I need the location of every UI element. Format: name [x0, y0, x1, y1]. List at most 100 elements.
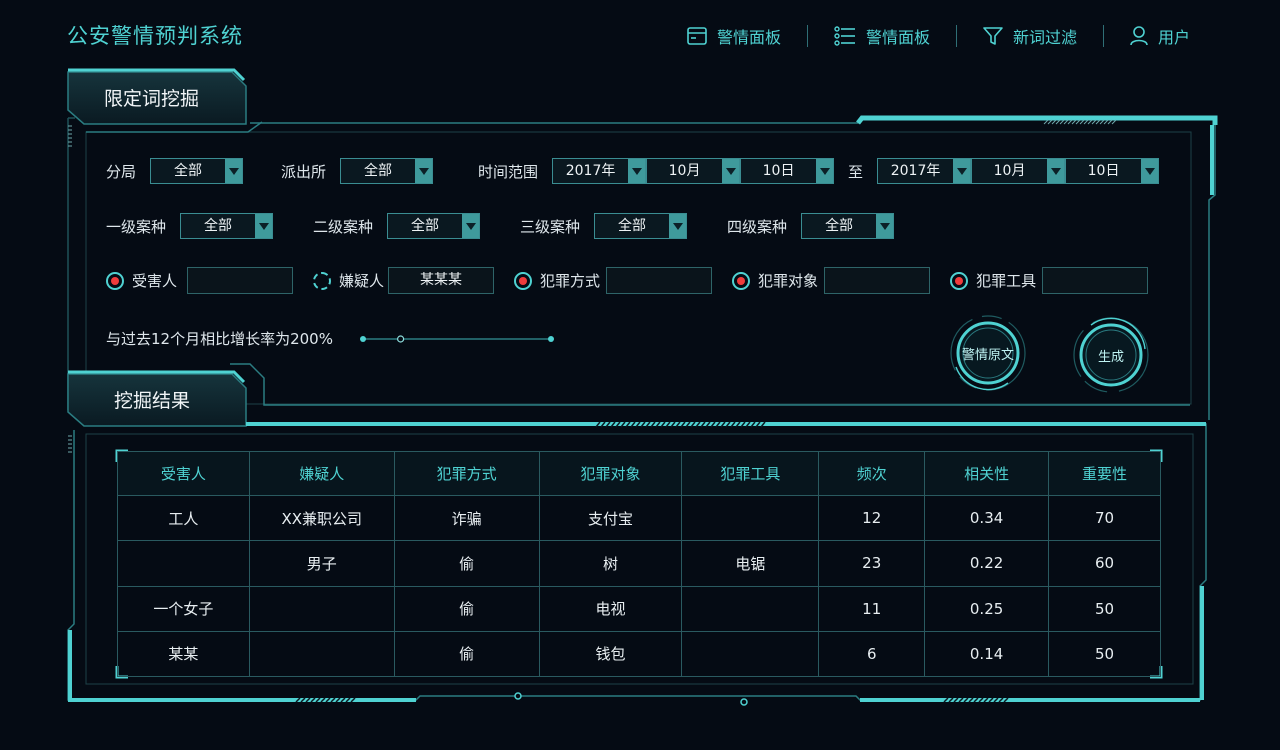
table-cell: 70: [1048, 494, 1161, 542]
end-month-select[interactable]: 10月: [971, 158, 1066, 184]
window-icon: [687, 27, 707, 45]
nav-item-label: 警情面板: [716, 28, 781, 47]
case-type-1-select[interactable]: 全部: [180, 213, 274, 239]
table-cell: [248, 630, 395, 678]
nav-divider: [1102, 25, 1104, 47]
chevron-down-icon: [415, 159, 433, 183]
end-date-group: 2017年 10月 10日: [877, 158, 1160, 184]
slider-thumb[interactable]: [396, 334, 405, 343]
crime-target-label: 犯罪对象: [758, 272, 819, 290]
crime-tool-radio[interactable]: [950, 271, 969, 290]
crime-target-input[interactable]: [824, 267, 931, 294]
column-header[interactable]: 嫌疑人: [248, 451, 395, 496]
chevron-down-icon: [876, 214, 894, 238]
branch-select[interactable]: 全部: [150, 158, 244, 184]
table-cell: 11: [818, 585, 926, 632]
generate-button[interactable]: 生成: [1071, 315, 1151, 395]
filter-row-case-types: 一级案种 全部 二级案种 全部 三级案种 全部 四级案种 全部: [106, 213, 934, 239]
nav-divider: [806, 25, 808, 47]
case-type-4-select[interactable]: 全部: [801, 213, 895, 239]
case-type-3-value: 全部: [618, 218, 647, 234]
chevron-down-icon: [225, 159, 243, 183]
victim-radio[interactable]: [106, 271, 124, 290]
branch-select-value: 全部: [174, 163, 203, 179]
end-year-select[interactable]: 2017年: [877, 158, 972, 184]
case-type-3-select[interactable]: 全部: [594, 213, 688, 239]
table-cell: 50: [1048, 585, 1161, 632]
table-cell: 23: [818, 540, 926, 587]
app-title: 公安警情预判系统: [67, 24, 243, 48]
victim-input[interactable]: [187, 267, 294, 294]
nav-item-alert-panel-2[interactable]: 警情面板: [834, 24, 930, 48]
end-day-value: 10日: [1087, 163, 1120, 179]
start-month-value: 10月: [668, 163, 701, 179]
table-cell: XX兼职公司: [248, 494, 395, 542]
generate-button-label: 生成: [1097, 349, 1124, 365]
station-select-value: 全部: [364, 163, 393, 179]
crime-target-radio[interactable]: [732, 271, 751, 290]
crime-method-radio[interactable]: [514, 271, 533, 290]
suspect-label: 嫌疑人: [339, 272, 385, 290]
growth-rate-text: 与过去12个月相比增长率为200%: [106, 330, 333, 348]
case-type-1-label: 一级案种: [106, 217, 167, 236]
table-row[interactable]: 工人 XX兼职公司 诈骗 支付宝 12 0.34 70: [117, 494, 1161, 542]
table-cell: 一个女子: [117, 585, 250, 632]
table-cell: 6: [818, 630, 926, 678]
time-range-to-label: 至: [848, 162, 864, 181]
start-month-select[interactable]: 10月: [646, 158, 741, 184]
case-type-2-value: 全部: [411, 218, 440, 234]
crime-method-input[interactable]: [606, 267, 713, 294]
start-year-select[interactable]: 2017年: [552, 158, 647, 184]
table-cell: 60: [1048, 540, 1161, 587]
chevron-down-icon: [816, 159, 834, 183]
table-cell: 电视: [538, 585, 683, 632]
column-header[interactable]: 频次: [818, 451, 926, 496]
station-label: 派出所: [281, 162, 327, 181]
crime-method-label: 犯罪方式: [540, 272, 601, 290]
start-day-select[interactable]: 10日: [740, 158, 835, 184]
nav-item-alert-panel[interactable]: 警情面板: [687, 24, 781, 48]
end-day-select[interactable]: 10日: [1065, 158, 1160, 184]
table-cell: 诈骗: [393, 494, 540, 542]
column-header[interactable]: 犯罪方式: [393, 451, 540, 496]
column-header[interactable]: 重要性: [1048, 451, 1161, 496]
table-cell: 电锯: [681, 540, 820, 587]
table-cell: 0.14: [924, 630, 1050, 678]
column-header[interactable]: 受害人: [117, 451, 250, 496]
original-text-button[interactable]: 警情原文: [948, 313, 1028, 393]
table-cell: 50: [1048, 630, 1161, 678]
chevron-down-icon: [1141, 159, 1159, 183]
chevron-down-icon: [722, 159, 740, 183]
crime-tool-input[interactable]: [1042, 267, 1149, 294]
nav-item-label: 新词过滤: [1012, 28, 1077, 47]
start-year-value: 2017年: [565, 163, 616, 179]
user-icon: [1130, 26, 1148, 46]
column-header[interactable]: 犯罪工具: [681, 451, 820, 496]
top-nav: 警情面板 警情面板 新词过滤 用户: [687, 23, 1190, 49]
filter-icon: [983, 27, 1003, 45]
suspect-radio[interactable]: [313, 271, 332, 290]
start-date-group: 2017年 10月 10日: [552, 158, 835, 184]
nav-item-new-word-filter[interactable]: 新词过滤: [983, 24, 1077, 48]
filter-panel: 分局 全部 派出所 全部 时间范围 2017年 10月 10日 至 2017年 …: [86, 132, 1191, 404]
table-cell: 偷: [393, 585, 540, 632]
column-header[interactable]: 犯罪对象: [538, 451, 683, 496]
table-row[interactable]: 男子 偷 树 电锯 23 0.22 60: [117, 540, 1161, 587]
suspect-input[interactable]: 某某某: [388, 267, 495, 294]
results-table: 受害人 嫌疑人 犯罪方式 犯罪对象 犯罪工具 频次 相关性 重要性 工人 XX兼…: [117, 451, 1161, 678]
table-header-row: 受害人 嫌疑人 犯罪方式 犯罪对象 犯罪工具 频次 相关性 重要性: [117, 451, 1161, 496]
chevron-down-icon: [669, 214, 687, 238]
table-row[interactable]: 某某 偷 钱包 6 0.14 50: [117, 630, 1161, 678]
case-type-2-select[interactable]: 全部: [387, 213, 481, 239]
growth-rate-slider[interactable]: [359, 332, 559, 346]
table-cell: 某某: [117, 630, 250, 678]
chevron-down-icon: [255, 214, 273, 238]
station-select[interactable]: 全部: [340, 158, 434, 184]
case-type-3-label: 三级案种: [520, 217, 581, 236]
case-type-4-label: 四级案种: [727, 217, 788, 236]
table-cell: 偷: [393, 630, 540, 678]
nav-item-user[interactable]: 用户: [1130, 24, 1190, 48]
column-header[interactable]: 相关性: [924, 451, 1050, 496]
table-row[interactable]: 一个女子 偷 电视 11 0.25 50: [117, 585, 1161, 632]
table-cell: [681, 585, 820, 632]
